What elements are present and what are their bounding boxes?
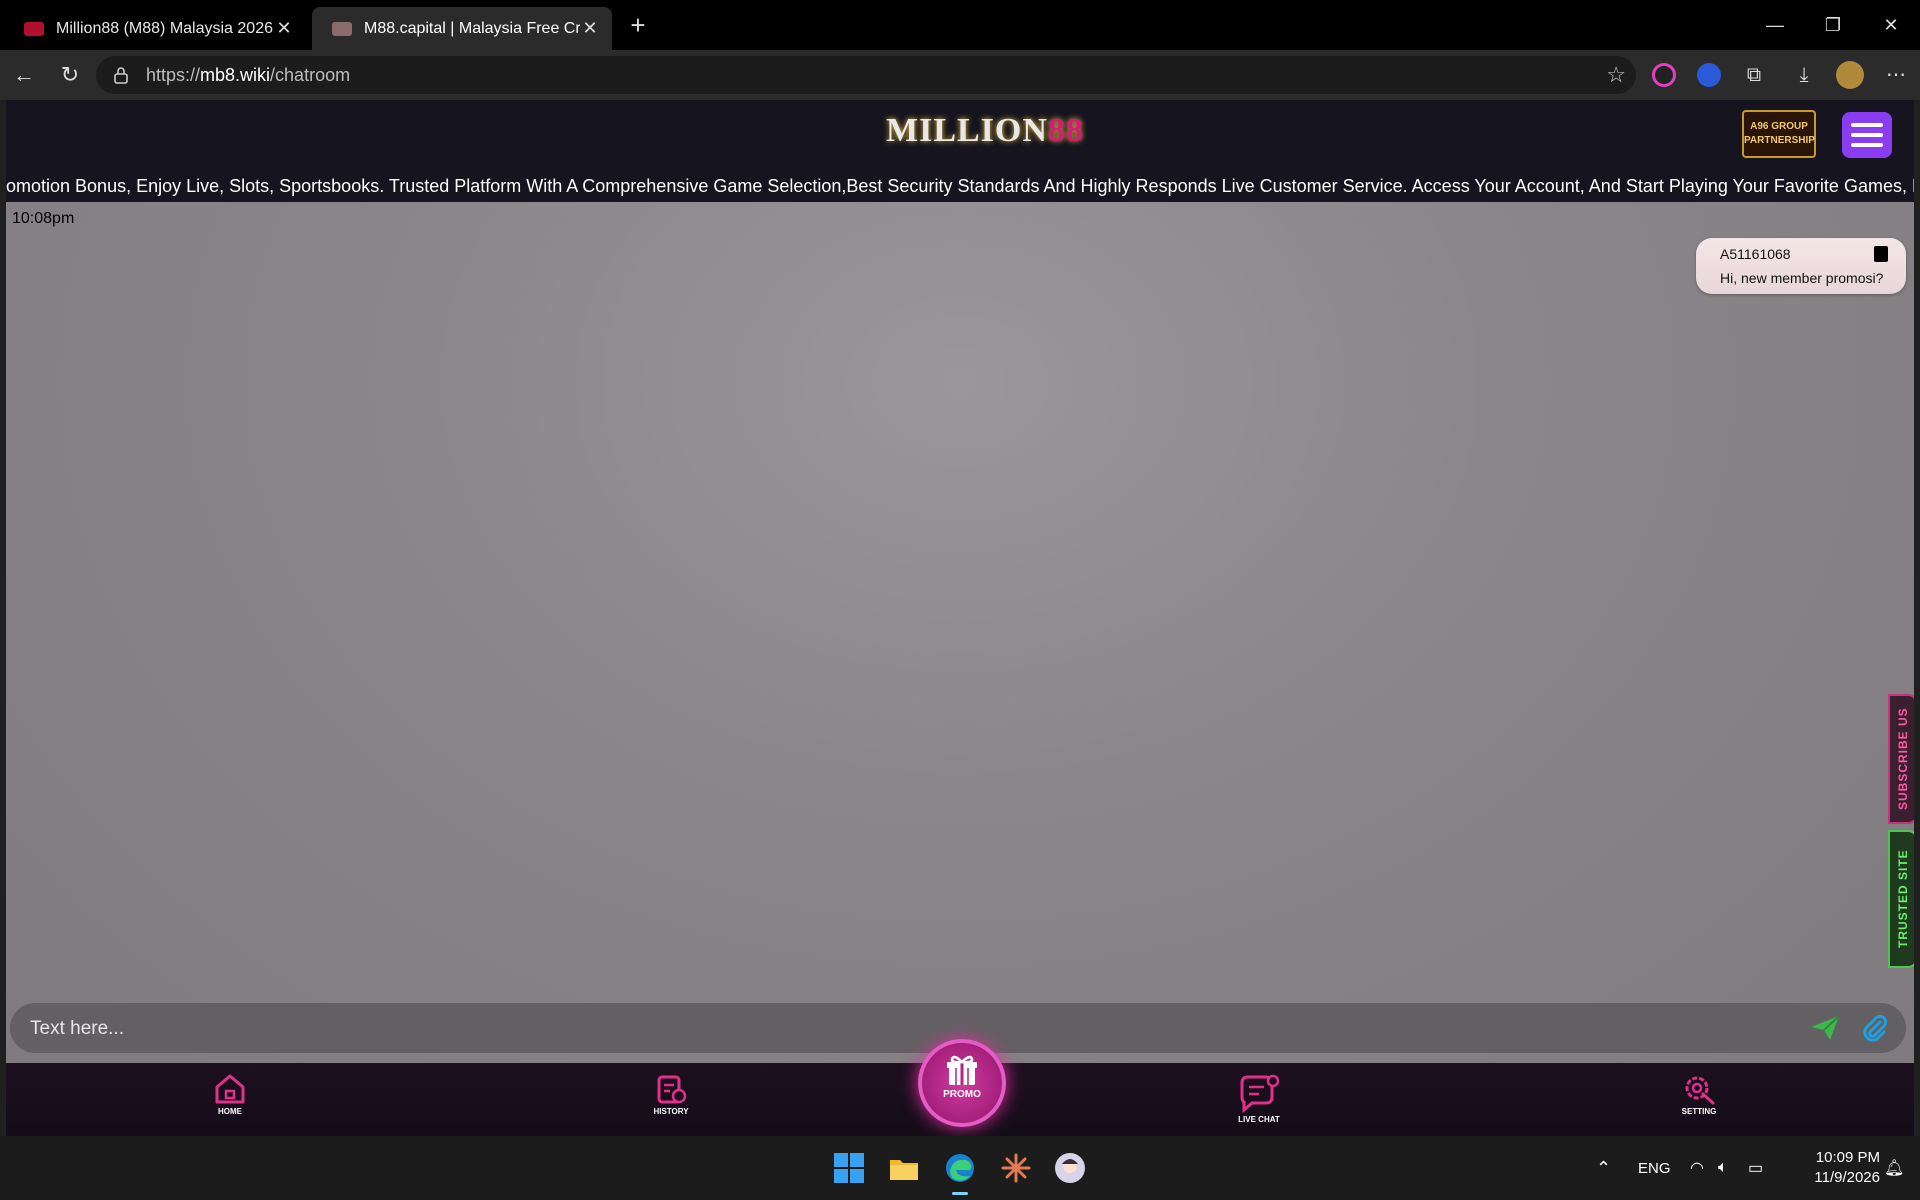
message-user-id: A51161068 [1720,246,1791,262]
language-indicator[interactable]: ENG [1638,1136,1671,1200]
browser-tab-million88[interactable]: Million88 (M88) Malaysia 2026 | Pr ✕ [4,7,306,50]
m88-favicon-icon [332,21,352,36]
chat-room: 10:08pm A51161068 Hi, new member promosi… [6,202,1914,1102]
paperclip-attach-icon[interactable] [1860,1014,1888,1042]
tab-title: M88.capital | Malaysia Free Credit [364,19,580,37]
gift-icon [947,1055,977,1085]
nav-history[interactable]: HISTORY [631,1073,711,1116]
edge-browser-icon[interactable] [944,1152,976,1184]
million88-favicon-icon [24,21,44,36]
url-text: https://mb8.wiki/chatroom [146,64,351,85]
menu-list-button[interactable] [1842,112,1892,158]
nav-home[interactable]: HOME [190,1073,270,1116]
profile-avatar[interactable] [1836,61,1864,89]
show-hidden-icons-chevron-icon[interactable]: ⌃ [1596,1136,1611,1200]
tab-close-icon[interactable]: ✕ [580,18,600,39]
message-text: Hi, new member promosi? [1720,270,1884,286]
lock-icon [114,67,128,84]
avatar-app-icon[interactable] [1054,1152,1086,1184]
nav-live-chat[interactable]: LIVE CHAT [1219,1073,1299,1124]
address-bar[interactable]: https://mb8.wiki/chatroom ☆ [96,56,1636,94]
tab-close-icon[interactable]: ✕ [274,18,294,39]
back-arrow-icon[interactable]: ← [10,61,38,89]
chat-message-bubble: A51161068 Hi, new member promosi? [1696,238,1906,294]
taskbar-clock[interactable]: 10:09 PM 11/9/2026 [1780,1148,1880,1188]
reload-icon[interactable]: ↻ [56,61,84,89]
downloads-icon[interactable]: ⤓ [1792,63,1816,87]
site-header: MILLION88 A96 GROUP PARTNERSHIP [6,100,1914,170]
wifi-icon[interactable]: ◠ [1690,1136,1704,1200]
nav-setting[interactable]: SETTING [1659,1073,1739,1116]
promo-button[interactable]: PROMO [918,1039,1006,1127]
more-options-icon[interactable]: ⋯ [1884,63,1908,87]
promo-marquee: omotion Bonus, Enjoy Live, Slots, Sports… [6,170,1914,202]
restore-window-icon[interactable]: ❐ [1804,0,1862,50]
trusted-site-tab[interactable]: TRUSTED SITE [1888,830,1914,968]
extensions-puzzle-icon[interactable]: ⧉ [1742,63,1766,87]
battery-icon[interactable]: ▭ [1748,1136,1763,1200]
home-icon [215,1074,245,1104]
setting-gear-icon [1685,1076,1715,1105]
message-timestamp: 10:08pm [12,210,75,227]
million88-logo[interactable]: MILLION88 [886,112,1084,150]
browser-tab-strip: Million88 (M88) Malaysia 2026 | Pr ✕ M88… [0,0,1920,50]
windows-taskbar: ⌃ ENG ◠ 🔈︎ ▭ 10:09 PM 11/9/2026 🔔︎ [0,1136,1920,1200]
a96-group-partnership-badge[interactable]: A96 GROUP PARTNERSHIP [1742,110,1816,158]
copilot-extension-icon[interactable] [1697,63,1721,87]
chat-message-input[interactable] [28,1013,1792,1045]
subscribe-us-tab[interactable]: SUBSCRIBE US [1888,694,1914,824]
live-chat-bubble-icon [1240,1074,1280,1113]
active-app-indicator [952,1192,968,1195]
notifications-bell-icon[interactable]: 🔔︎ [1884,1136,1904,1200]
file-explorer-icon[interactable] [888,1152,920,1184]
send-icon[interactable] [1810,1015,1840,1041]
web-page: MILLION88 A96 GROUP PARTNERSHIP omotion … [6,100,1914,1136]
favorite-star-icon[interactable]: ☆ [1606,64,1626,86]
claude-app-icon[interactable] [1000,1152,1032,1184]
copy-icon[interactable] [1874,246,1888,262]
close-window-icon[interactable]: ✕ [1862,0,1920,50]
color-extension-icon[interactable] [1652,63,1676,87]
browser-toolbar: ← ↻ https://mb8.wiki/chatroom ☆ ⧉ ⤓ ⋯ [0,50,1920,100]
windows-start-icon[interactable] [833,1152,865,1184]
new-tab-plus-icon[interactable]: + [624,11,652,39]
tab-title: Million88 (M88) Malaysia 2026 | Pr [56,19,274,37]
browser-tab-m88-capital[interactable]: M88.capital | Malaysia Free Credit ✕ [312,7,612,50]
history-clipboard-icon [657,1075,687,1104]
volume-icon[interactable]: 🔈︎ [1718,1136,1728,1200]
minimize-window-icon[interactable]: — [1746,0,1804,50]
